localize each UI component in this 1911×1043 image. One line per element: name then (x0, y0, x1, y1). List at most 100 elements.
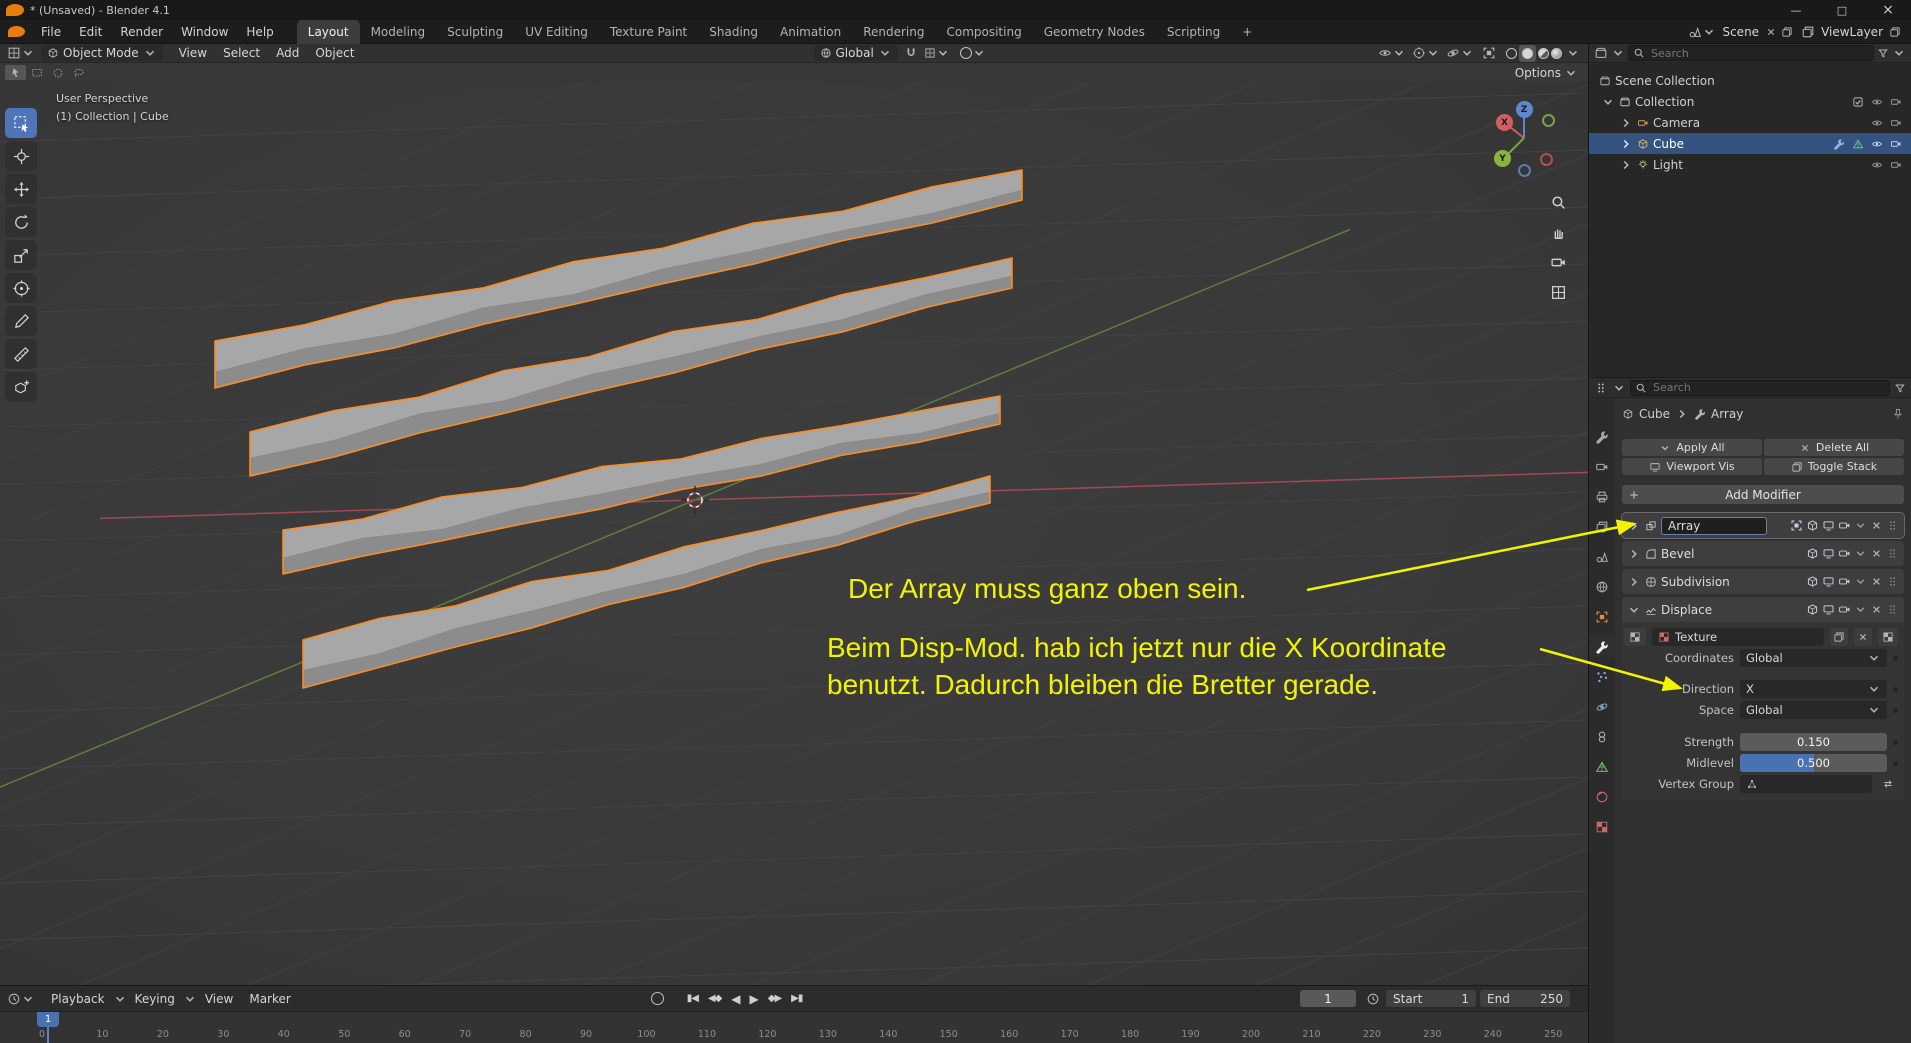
modifier-array[interactable]: Array (1621, 512, 1905, 539)
camera-hide-eye-icon[interactable] (1871, 117, 1883, 129)
snap-chevron-icon[interactable] (936, 46, 950, 60)
play-button[interactable]: ▶ (745, 992, 763, 1006)
bevel-drag-handle-icon[interactable] (1886, 547, 1899, 560)
bevel-render-icon[interactable] (1838, 547, 1851, 560)
cube-expand-icon[interactable] (1619, 137, 1633, 151)
displace-render-icon[interactable] (1838, 603, 1851, 616)
texture-unlink-button[interactable] (1854, 628, 1872, 646)
viewport-canvas[interactable] (0, 82, 1588, 985)
viewlayer-copy-icon[interactable] (1889, 26, 1901, 38)
tab-material[interactable] (1589, 786, 1615, 807)
outliner-row-light[interactable]: Light (1589, 154, 1911, 175)
scene-unlink-icon[interactable] (1765, 26, 1777, 38)
coordinates-keyframe-dot[interactable] (1893, 655, 1898, 661)
workspace-tab-shading[interactable]: Shading (698, 20, 769, 44)
properties-search-input[interactable] (1651, 380, 1885, 395)
displace-delete-icon[interactable] (1870, 603, 1883, 616)
tool-move[interactable] (5, 174, 37, 204)
collection-expand-icon[interactable] (1601, 95, 1615, 109)
tool-add-cube[interactable] (5, 372, 37, 402)
cube-render-camera-icon[interactable] (1890, 138, 1902, 150)
pin-icon[interactable] (1892, 408, 1904, 420)
subdivision-render-icon[interactable] (1838, 575, 1851, 588)
collection-render-camera-icon[interactable] (1890, 96, 1902, 108)
timeline-ruler[interactable]: 0 10 20 30 40 50 60 70 80 90 100 110 120 130 140 150 160… (0, 1011, 1588, 1043)
gizmo-axis-x-negative[interactable] (1540, 153, 1553, 166)
menu-marker[interactable]: Marker (241, 992, 298, 1006)
vertex-group-invert-button[interactable] (1878, 775, 1898, 793)
coordinates-dropdown[interactable]: Global (1740, 649, 1887, 667)
displace-drag-handle-icon[interactable] (1886, 603, 1899, 616)
space-dropdown[interactable]: Global (1740, 701, 1887, 719)
tab-particles[interactable] (1589, 666, 1615, 687)
cube-mesh-data-icon[interactable] (1852, 138, 1864, 150)
zoom-icon[interactable] (1550, 194, 1567, 211)
tool-cursor[interactable] (5, 141, 37, 171)
modifier-displace[interactable]: Displace (1622, 597, 1904, 622)
playhead-frame-badge[interactable]: 1 (37, 1012, 59, 1027)
bevel-expand-icon[interactable] (1627, 547, 1641, 561)
tab-render[interactable] (1589, 456, 1615, 477)
add-workspace-button[interactable]: + (1231, 20, 1263, 44)
workspace-tab-layout[interactable]: Layout (296, 19, 360, 44)
object-types-chevron-icon[interactable] (1392, 46, 1406, 60)
workspace-tab-texture-paint[interactable]: Texture Paint (599, 20, 698, 44)
workspace-tab-geometry-nodes[interactable]: Geometry Nodes (1033, 20, 1156, 44)
modifier-subdivision[interactable]: Subdivision (1622, 569, 1904, 594)
array-on-cage-icon[interactable] (1790, 519, 1803, 532)
texture-datablock-field[interactable]: Texture (1652, 628, 1824, 646)
tab-tool[interactable] (1589, 426, 1615, 447)
displace-edit-mode-icon[interactable] (1806, 603, 1819, 616)
displace-realtime-icon[interactable] (1822, 603, 1835, 616)
cube-modifier-wrench-icon[interactable] (1833, 138, 1845, 150)
outliner-search-input[interactable] (1649, 45, 1869, 61)
scene-icon[interactable] (1688, 25, 1702, 39)
tab-texture[interactable] (1589, 816, 1615, 837)
outliner-filter-chevron-icon[interactable] (1892, 46, 1906, 60)
collection-checkbox-icon[interactable] (1852, 96, 1864, 108)
menu-help[interactable]: Help (237, 20, 282, 44)
show-texture-tab-button[interactable] (1878, 628, 1898, 646)
pan-hand-icon[interactable] (1550, 224, 1567, 241)
menu-render[interactable]: Render (111, 20, 172, 44)
breadcrumb-object[interactable]: Cube (1639, 407, 1670, 421)
menu-view-timeline[interactable]: View (197, 992, 241, 1006)
strength-field[interactable]: 0.150 (1740, 733, 1887, 751)
modifier-bevel[interactable]: Bevel (1622, 541, 1904, 566)
tab-physics[interactable] (1589, 696, 1615, 717)
auto-keyframe-icon[interactable] (650, 992, 664, 1005)
light-render-camera-icon[interactable] (1890, 159, 1902, 171)
texture-checker-button[interactable] (1624, 628, 1646, 646)
light-hide-eye-icon[interactable] (1871, 159, 1883, 171)
minimize-button[interactable]: — (1773, 0, 1819, 20)
proportional-editing-icon[interactable] (959, 47, 972, 59)
strength-keyframe-dot[interactable] (1893, 739, 1898, 745)
show-object-types-icon[interactable] (1378, 46, 1392, 60)
shading-solid-icon[interactable] (1519, 44, 1536, 62)
gizmo-axis-y[interactable]: Y (1494, 150, 1511, 167)
viewlayer-name[interactable]: ViewLayer (1815, 25, 1889, 39)
gizmos-icon[interactable] (1412, 46, 1426, 60)
subdivision-drag-handle-icon[interactable] (1886, 575, 1899, 588)
shading-rendered-icon[interactable] (1551, 47, 1562, 59)
properties-editor-icon[interactable] (1594, 381, 1608, 395)
array-edit-mode-icon[interactable] (1806, 519, 1819, 532)
direction-dropdown[interactable]: X (1740, 680, 1887, 698)
gizmo-axis-y-negative[interactable] (1542, 114, 1555, 127)
array-expand-icon[interactable] (1627, 519, 1641, 533)
scene-copy-icon[interactable] (1781, 26, 1793, 38)
viewlayer-icon[interactable] (1801, 25, 1815, 39)
frame-end-field[interactable]: End 250 (1480, 990, 1570, 1007)
xray-toggle-icon[interactable] (1482, 46, 1496, 60)
displace-expand-icon[interactable] (1627, 603, 1641, 617)
subdivision-delete-icon[interactable] (1870, 575, 1883, 588)
camera-render-camera-icon[interactable] (1890, 117, 1902, 129)
camera-expand-icon[interactable] (1619, 116, 1633, 130)
workspace-tab-scripting[interactable]: Scripting (1156, 20, 1231, 44)
timeline-editor-icon[interactable] (7, 992, 21, 1006)
perspective-toggle-icon[interactable] (1550, 284, 1567, 301)
workspace-tab-compositing[interactable]: Compositing (935, 20, 1032, 44)
shading-wireframe-icon[interactable] (1506, 47, 1517, 59)
options-chevron-icon[interactable] (1564, 66, 1578, 80)
gizmos-chevron-icon[interactable] (1426, 46, 1440, 60)
